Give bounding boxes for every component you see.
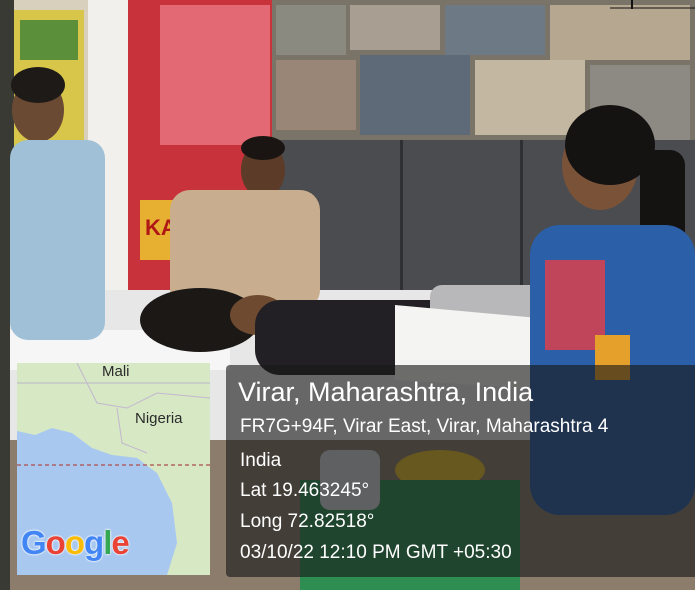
datetime-line: 03/10/22 12:10 PM GMT +05:30 (240, 542, 512, 563)
google-logo-letter: g (84, 524, 104, 561)
map-label-nigeria: Nigeria (135, 410, 183, 427)
geotag-overlay: Virar, Maharashtra, India FR7G+94F, Vira… (226, 365, 695, 577)
country-line: India (240, 450, 282, 471)
google-logo: Google (21, 524, 130, 561)
longitude-line: Long 72.82518° (240, 511, 375, 532)
google-logo-letter: G (21, 524, 47, 561)
google-logo-letter: o (45, 524, 66, 561)
latitude-line: Lat 19.463245° (240, 480, 370, 501)
location-title: Virar, Maharashtra, India (238, 377, 534, 407)
map-thumbnail: Mali Nigeria Google (17, 363, 210, 575)
map-label-mali: Mali (102, 363, 130, 380)
address-line: FR7G+94F, Virar East, Virar, Maharashtra… (240, 416, 609, 437)
google-logo-letter: o (64, 524, 85, 561)
google-logo-letter: e (111, 524, 129, 561)
